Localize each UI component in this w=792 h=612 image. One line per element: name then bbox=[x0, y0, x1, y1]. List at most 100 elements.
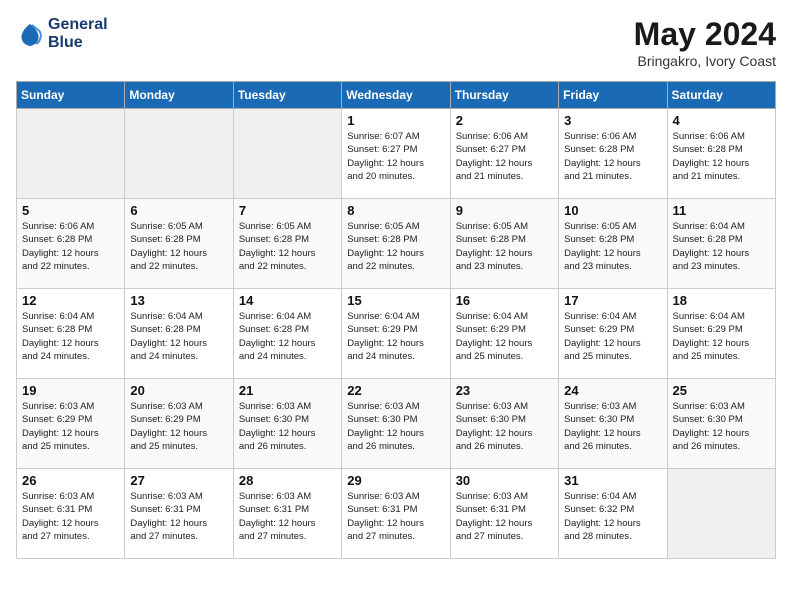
calendar-cell: 25 Sunrise: 6:03 AM Sunset: 6:30 PM Dayli… bbox=[667, 379, 775, 469]
day-info: Sunrise: 6:04 AM Sunset: 6:28 PM Dayligh… bbox=[130, 310, 227, 363]
calendar-cell: 20 Sunrise: 6:03 AM Sunset: 6:29 PM Dayli… bbox=[125, 379, 233, 469]
day-info: Sunrise: 6:03 AM Sunset: 6:30 PM Dayligh… bbox=[239, 400, 336, 453]
day-number: 8 bbox=[347, 203, 444, 218]
calendar-cell: 22 Sunrise: 6:03 AM Sunset: 6:30 PM Dayli… bbox=[342, 379, 450, 469]
calendar-cell: 7 Sunrise: 6:05 AM Sunset: 6:28 PM Daylig… bbox=[233, 199, 341, 289]
weekday-header: Thursday bbox=[450, 82, 558, 109]
day-number: 3 bbox=[564, 113, 661, 128]
calendar-cell: 3 Sunrise: 6:06 AM Sunset: 6:28 PM Daylig… bbox=[559, 109, 667, 199]
day-info: Sunrise: 6:05 AM Sunset: 6:28 PM Dayligh… bbox=[239, 220, 336, 273]
day-info: Sunrise: 6:03 AM Sunset: 6:31 PM Dayligh… bbox=[130, 490, 227, 543]
weekday-header: Friday bbox=[559, 82, 667, 109]
day-info: Sunrise: 6:04 AM Sunset: 6:28 PM Dayligh… bbox=[239, 310, 336, 363]
calendar-cell: 2Sunrise: 6:06 AM Sunset: 6:27 PM Daylig… bbox=[450, 109, 558, 199]
day-number: 26 bbox=[22, 473, 119, 488]
calendar-cell: 28 Sunrise: 6:03 AM Sunset: 6:31 PM Dayli… bbox=[233, 469, 341, 559]
day-info: Sunrise: 6:04 AM Sunset: 6:28 PM Dayligh… bbox=[673, 220, 770, 273]
calendar-week-row: 19Sunrise: 6:03 AM Sunset: 6:29 PM Dayli… bbox=[17, 379, 776, 469]
calendar-cell: 21Sunrise: 6:03 AM Sunset: 6:30 PM Dayli… bbox=[233, 379, 341, 469]
day-info: Sunrise: 6:04 AM Sunset: 6:29 PM Dayligh… bbox=[347, 310, 444, 363]
day-number: 20 bbox=[130, 383, 227, 398]
day-number: 31 bbox=[564, 473, 661, 488]
calendar-cell bbox=[17, 109, 125, 199]
day-number: 2 bbox=[456, 113, 553, 128]
day-info: Sunrise: 6:03 AM Sunset: 6:29 PM Dayligh… bbox=[130, 400, 227, 453]
day-number: 1 bbox=[347, 113, 444, 128]
calendar-cell: 31 Sunrise: 6:04 AM Sunset: 6:32 PM Dayli… bbox=[559, 469, 667, 559]
calendar-header: SundayMondayTuesdayWednesdayThursdayFrid… bbox=[17, 82, 776, 109]
day-info: Sunrise: 6:04 AM Sunset: 6:29 PM Dayligh… bbox=[673, 310, 770, 363]
calendar-cell bbox=[667, 469, 775, 559]
day-number: 9 bbox=[456, 203, 553, 218]
day-number: 25 bbox=[673, 383, 770, 398]
day-number: 5 bbox=[22, 203, 119, 218]
day-number: 11 bbox=[673, 203, 770, 218]
calendar-cell: 10Sunrise: 6:05 AM Sunset: 6:28 PM Dayli… bbox=[559, 199, 667, 289]
weekday-header: Saturday bbox=[667, 82, 775, 109]
title-block: May 2024 Bringakro, Ivory Coast bbox=[634, 16, 776, 69]
weekday-header: Sunday bbox=[17, 82, 125, 109]
calendar-cell: 13 Sunrise: 6:04 AM Sunset: 6:28 PM Dayli… bbox=[125, 289, 233, 379]
weekday-row: SundayMondayTuesdayWednesdayThursdayFrid… bbox=[17, 82, 776, 109]
day-info: Sunrise: 6:04 AM Sunset: 6:28 PM Dayligh… bbox=[22, 310, 119, 363]
calendar-cell: 4 Sunrise: 6:06 AM Sunset: 6:28 PM Daylig… bbox=[667, 109, 775, 199]
day-info: Sunrise: 6:06 AM Sunset: 6:28 PM Dayligh… bbox=[564, 130, 661, 183]
day-number: 27 bbox=[130, 473, 227, 488]
calendar-cell: 1 Sunrise: 6:07 AM Sunset: 6:27 PM Daylig… bbox=[342, 109, 450, 199]
calendar-cell: 15Sunrise: 6:04 AM Sunset: 6:29 PM Dayli… bbox=[342, 289, 450, 379]
day-number: 4 bbox=[673, 113, 770, 128]
day-info: Sunrise: 6:04 AM Sunset: 6:32 PM Dayligh… bbox=[564, 490, 661, 543]
day-info: Sunrise: 6:07 AM Sunset: 6:27 PM Dayligh… bbox=[347, 130, 444, 183]
calendar-cell: 14 Sunrise: 6:04 AM Sunset: 6:28 PM Dayli… bbox=[233, 289, 341, 379]
calendar-cell: 23Sunrise: 6:03 AM Sunset: 6:30 PM Dayli… bbox=[450, 379, 558, 469]
calendar-cell: 30Sunrise: 6:03 AM Sunset: 6:31 PM Dayli… bbox=[450, 469, 558, 559]
logo-line1: General bbox=[48, 16, 108, 33]
calendar-cell bbox=[233, 109, 341, 199]
day-number: 17 bbox=[564, 293, 661, 308]
day-number: 29 bbox=[347, 473, 444, 488]
day-number: 28 bbox=[239, 473, 336, 488]
day-number: 14 bbox=[239, 293, 336, 308]
day-number: 22 bbox=[347, 383, 444, 398]
calendar-week-row: 1 Sunrise: 6:07 AM Sunset: 6:27 PM Daylig… bbox=[17, 109, 776, 199]
day-info: Sunrise: 6:03 AM Sunset: 6:30 PM Dayligh… bbox=[564, 400, 661, 453]
day-number: 30 bbox=[456, 473, 553, 488]
calendar-cell: 9 Sunrise: 6:05 AM Sunset: 6:28 PM Daylig… bbox=[450, 199, 558, 289]
day-number: 6 bbox=[130, 203, 227, 218]
logo-icon bbox=[16, 20, 44, 48]
calendar-cell: 19Sunrise: 6:03 AM Sunset: 6:29 PM Dayli… bbox=[17, 379, 125, 469]
calendar-cell: 26 Sunrise: 6:03 AM Sunset: 6:31 PM Dayli… bbox=[17, 469, 125, 559]
day-info: Sunrise: 6:03 AM Sunset: 6:31 PM Dayligh… bbox=[347, 490, 444, 543]
weekday-header: Tuesday bbox=[233, 82, 341, 109]
day-number: 18 bbox=[673, 293, 770, 308]
day-info: Sunrise: 6:03 AM Sunset: 6:30 PM Dayligh… bbox=[456, 400, 553, 453]
day-info: Sunrise: 6:05 AM Sunset: 6:28 PM Dayligh… bbox=[456, 220, 553, 273]
day-info: Sunrise: 6:05 AM Sunset: 6:28 PM Dayligh… bbox=[347, 220, 444, 273]
weekday-header: Monday bbox=[125, 82, 233, 109]
month-title: May 2024 bbox=[634, 16, 776, 53]
calendar-table: SundayMondayTuesdayWednesdayThursdayFrid… bbox=[16, 81, 776, 559]
day-info: Sunrise: 6:03 AM Sunset: 6:30 PM Dayligh… bbox=[347, 400, 444, 453]
calendar-cell: 16Sunrise: 6:04 AM Sunset: 6:29 PM Dayli… bbox=[450, 289, 558, 379]
calendar-week-row: 5Sunrise: 6:06 AM Sunset: 6:28 PM Daylig… bbox=[17, 199, 776, 289]
day-info: Sunrise: 6:03 AM Sunset: 6:31 PM Dayligh… bbox=[22, 490, 119, 543]
calendar-cell: 24 Sunrise: 6:03 AM Sunset: 6:30 PM Dayli… bbox=[559, 379, 667, 469]
day-number: 24 bbox=[564, 383, 661, 398]
weekday-header: Wednesday bbox=[342, 82, 450, 109]
calendar-cell: 6Sunrise: 6:05 AM Sunset: 6:28 PM Daylig… bbox=[125, 199, 233, 289]
calendar-cell: 17Sunrise: 6:04 AM Sunset: 6:29 PM Dayli… bbox=[559, 289, 667, 379]
calendar-week-row: 12 Sunrise: 6:04 AM Sunset: 6:28 PM Dayli… bbox=[17, 289, 776, 379]
day-info: Sunrise: 6:04 AM Sunset: 6:29 PM Dayligh… bbox=[456, 310, 553, 363]
page-header: General Blue May 2024 Bringakro, Ivory C… bbox=[16, 16, 776, 69]
day-info: Sunrise: 6:03 AM Sunset: 6:30 PM Dayligh… bbox=[673, 400, 770, 453]
location: Bringakro, Ivory Coast bbox=[634, 53, 776, 69]
day-number: 13 bbox=[130, 293, 227, 308]
day-number: 12 bbox=[22, 293, 119, 308]
calendar-cell: 12 Sunrise: 6:04 AM Sunset: 6:28 PM Dayli… bbox=[17, 289, 125, 379]
calendar-cell: 27 Sunrise: 6:03 AM Sunset: 6:31 PM Dayli… bbox=[125, 469, 233, 559]
day-number: 10 bbox=[564, 203, 661, 218]
day-info: Sunrise: 6:06 AM Sunset: 6:28 PM Dayligh… bbox=[673, 130, 770, 183]
calendar-cell: 18 Sunrise: 6:04 AM Sunset: 6:29 PM Dayli… bbox=[667, 289, 775, 379]
day-number: 7 bbox=[239, 203, 336, 218]
day-info: Sunrise: 6:03 AM Sunset: 6:31 PM Dayligh… bbox=[239, 490, 336, 543]
